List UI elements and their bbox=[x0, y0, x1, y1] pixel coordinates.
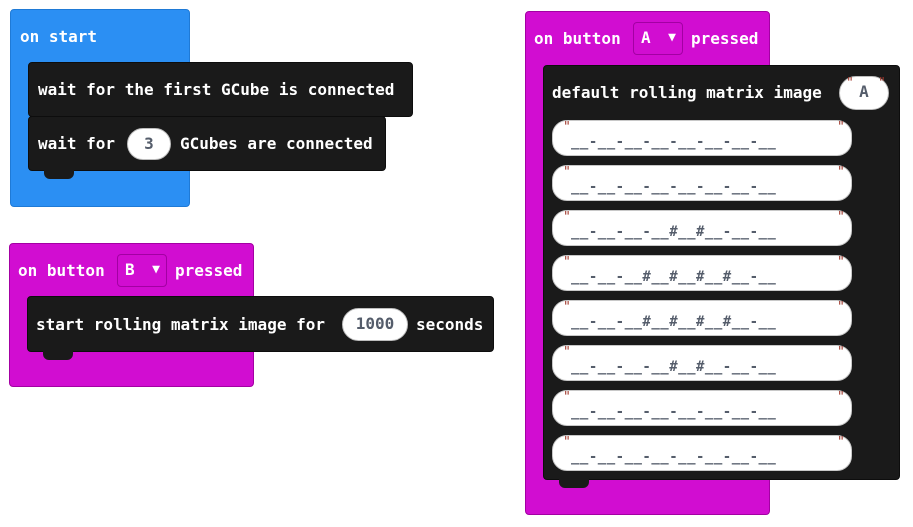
matrix-row-pattern: __-__-__#__#__#__#__-__ bbox=[571, 269, 777, 285]
gcube-count-input[interactable]: 3 bbox=[127, 128, 171, 160]
matrix-row-input[interactable]: " __-__-__#__#__#__#__-__ " bbox=[552, 255, 852, 291]
button-a-value: A bbox=[641, 28, 651, 47]
matrix-row-pattern: __-__-__-__-__-__-__-__ bbox=[571, 134, 777, 150]
matrix-row-input[interactable]: " __-__-__-__-__-__-__-__ " bbox=[552, 435, 852, 471]
on-button-b-prefix: on button bbox=[18, 261, 105, 280]
start-rolling-prefix: start rolling matrix image for bbox=[36, 315, 325, 334]
chevron-down-icon: ▼ bbox=[668, 30, 676, 45]
matrix-row-pattern: __-__-__-__-__-__-__-__ bbox=[571, 179, 777, 195]
on-button-a-prefix: on button bbox=[534, 29, 621, 48]
default-rolling-label: default rolling matrix image bbox=[552, 83, 822, 102]
on-button-a-suffix: pressed bbox=[691, 29, 759, 48]
button-a-dropdown[interactable]: A ▼ bbox=[633, 22, 683, 55]
wait-n-gcubes-block[interactable]: wait for 3 GCubes are connected bbox=[28, 116, 386, 171]
matrix-row-input[interactable]: " __-__-__-__-__-__-__-__ " bbox=[552, 120, 852, 156]
matrix-row-input[interactable]: " __-__-__-__-__-__-__-__ " bbox=[552, 165, 852, 201]
button-b-dropdown[interactable]: B ▼ bbox=[117, 254, 167, 287]
matrix-row-input[interactable]: " __-__-__-__#__#__-__-__ " bbox=[552, 210, 852, 246]
button-b-value: B bbox=[125, 260, 135, 279]
default-image-input[interactable]: " A " bbox=[839, 76, 889, 110]
matrix-row-input[interactable]: " __-__-__-__#__#__-__-__ " bbox=[552, 345, 852, 381]
matrix-row-pattern: __-__-__-__-__-__-__-__ bbox=[571, 404, 777, 420]
rolling-duration-input[interactable]: 1000 bbox=[342, 308, 408, 341]
wait-first-gcube-block[interactable]: wait for the first GCube is connected bbox=[28, 62, 413, 117]
matrix-row-pattern: __-__-__-__-__-__-__-__ bbox=[571, 449, 777, 465]
matrix-row-pattern: __-__-__#__#__#__#__-__ bbox=[571, 314, 777, 330]
matrix-row-input[interactable]: " __-__-__-__-__-__-__-__ " bbox=[552, 390, 852, 426]
wait-first-gcube-label: wait for the first GCube is connected bbox=[38, 80, 395, 99]
wait-n-suffix: GCubes are connected bbox=[180, 134, 373, 153]
default-image-value: A bbox=[859, 82, 869, 101]
start-rolling-block[interactable]: start rolling matrix image for 1000 seco… bbox=[27, 296, 494, 352]
block-notch bbox=[559, 479, 589, 488]
block-notch bbox=[44, 170, 74, 179]
wait-n-prefix: wait for bbox=[38, 134, 116, 153]
block-notch bbox=[43, 351, 73, 360]
on-button-b-suffix: pressed bbox=[175, 261, 243, 280]
matrix-row-input[interactable]: " __-__-__#__#__#__#__-__ " bbox=[552, 300, 852, 336]
matrix-row-pattern: __-__-__-__#__#__-__-__ bbox=[571, 224, 777, 240]
chevron-down-icon: ▼ bbox=[152, 262, 160, 277]
on-start-label: on start bbox=[20, 27, 98, 46]
matrix-row-pattern: __-__-__-__#__#__-__-__ bbox=[571, 359, 777, 375]
start-rolling-suffix: seconds bbox=[416, 315, 484, 334]
default-rolling-matrix-block[interactable]: default rolling matrix image " A " " __-… bbox=[543, 65, 900, 480]
